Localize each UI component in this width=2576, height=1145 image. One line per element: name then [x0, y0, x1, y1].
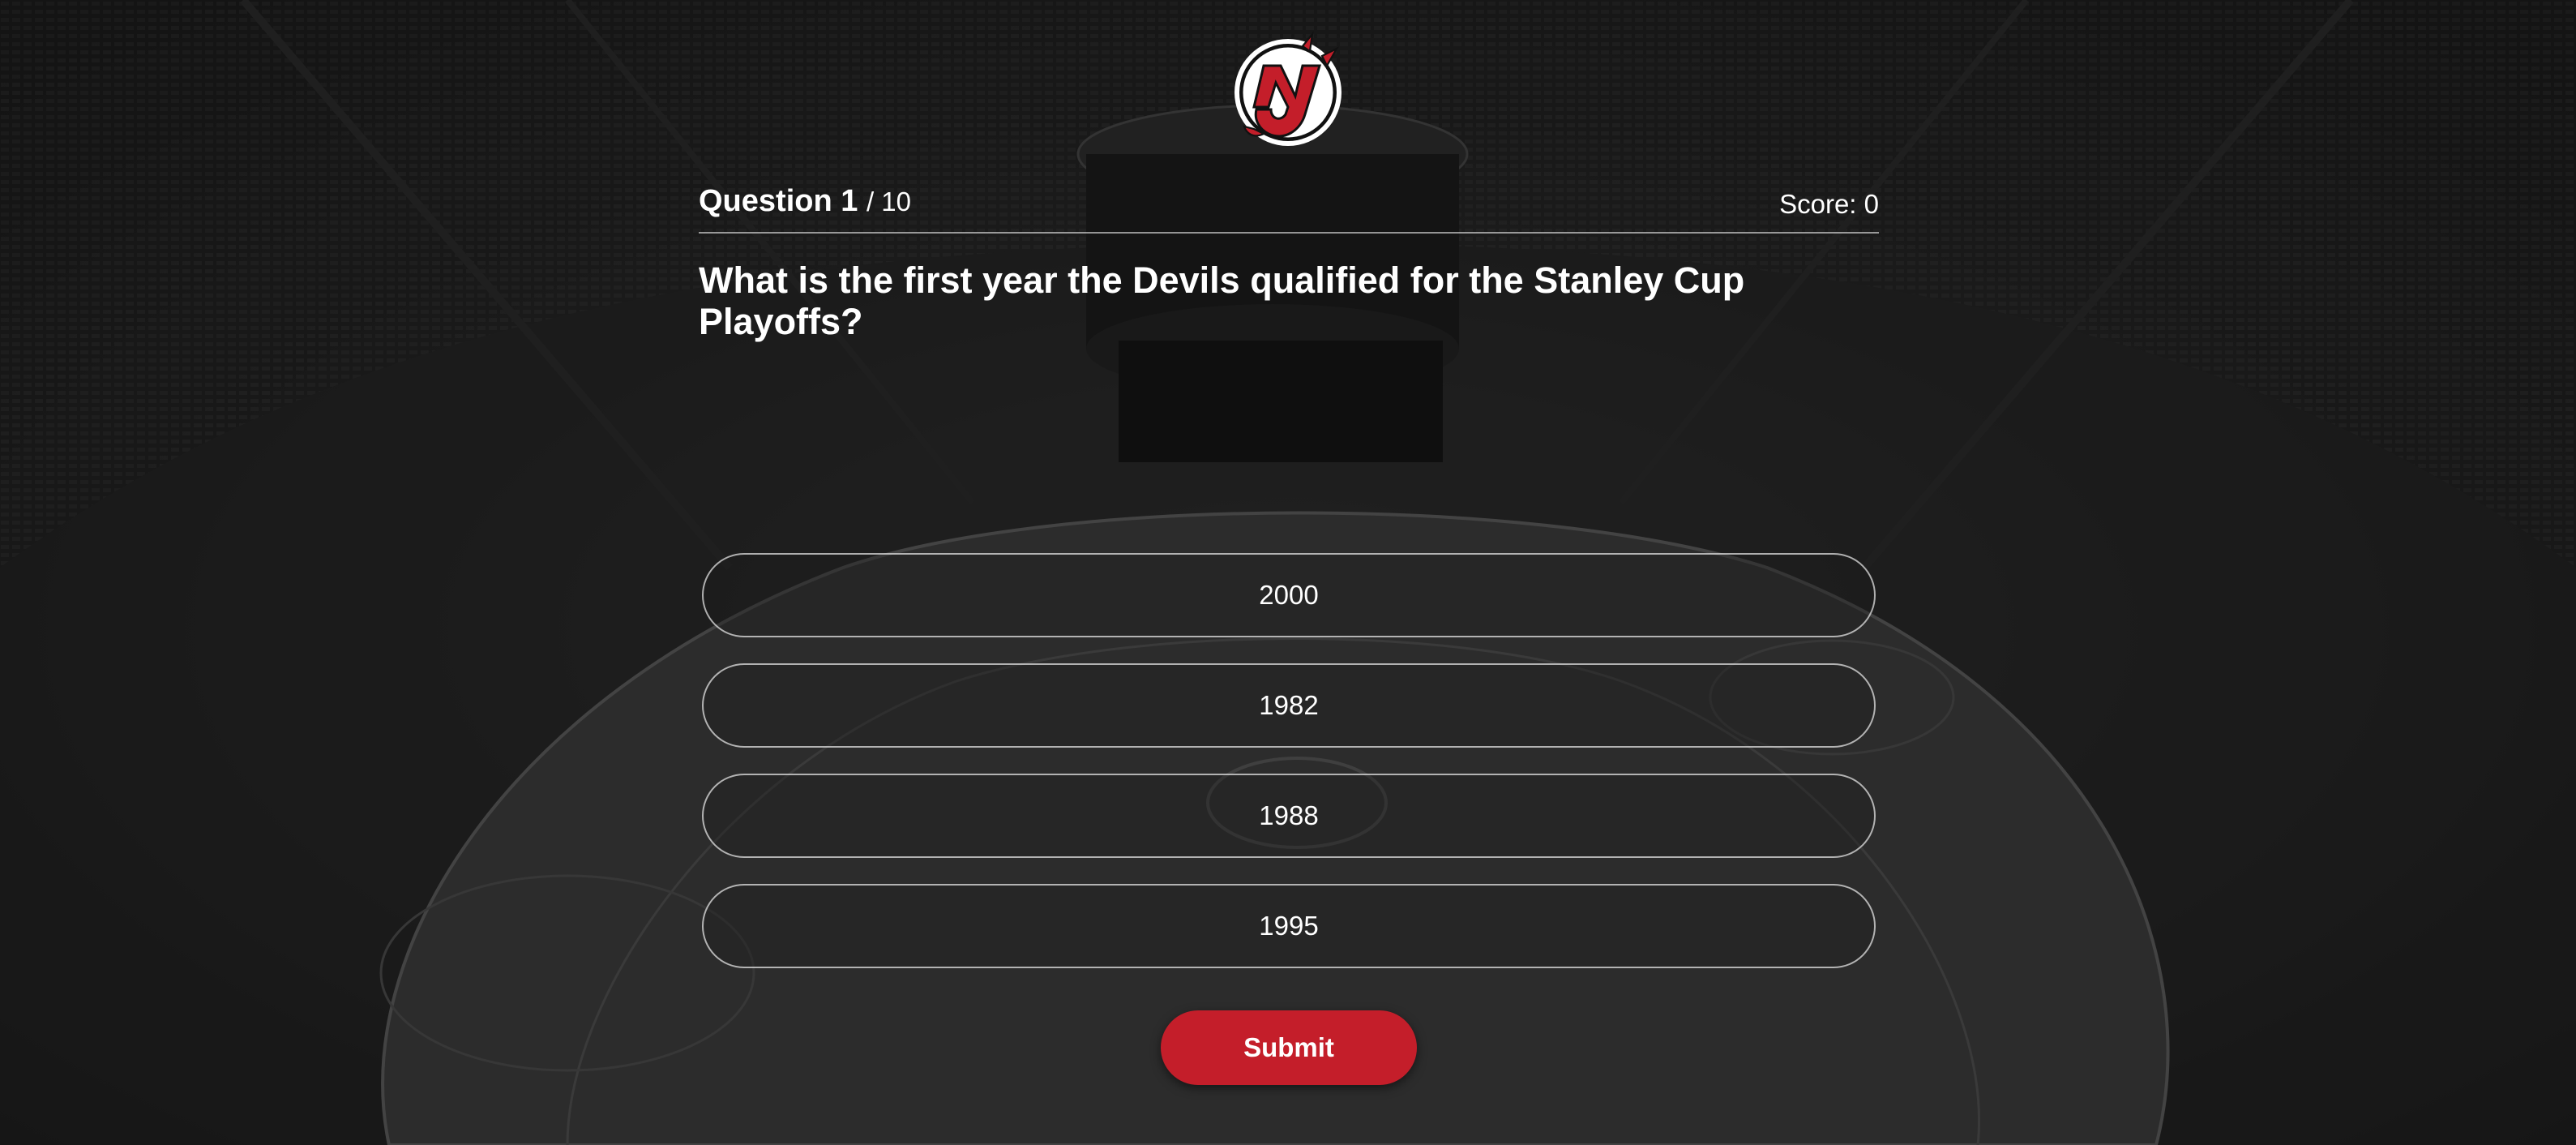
quiz-header: Question 1 / 10 Score: 0 — [699, 180, 1879, 234]
answer-option[interactable]: 1988 — [702, 774, 1876, 858]
question-text: What is the first year the Devils qualif… — [699, 259, 1745, 342]
question-number: Question 1 — [699, 184, 858, 218]
submit-button[interactable]: Submit — [1161, 1010, 1417, 1085]
devils-logo-icon — [1235, 31, 1341, 146]
trivia-screen: Question 1 / 10 Score: 0 What is the fir… — [0, 0, 2576, 1145]
answer-option[interactable]: 1982 — [702, 663, 1876, 748]
score-display: Score: 0 — [1779, 189, 1879, 219]
question-total: / 10 — [866, 187, 911, 217]
answer-options: 2000 1982 1988 1995 — [702, 553, 1876, 994]
question-counter: Question 1 / 10 — [699, 183, 911, 220]
answer-option[interactable]: 1995 — [702, 884, 1876, 968]
answer-option[interactable]: 2000 — [702, 553, 1876, 637]
